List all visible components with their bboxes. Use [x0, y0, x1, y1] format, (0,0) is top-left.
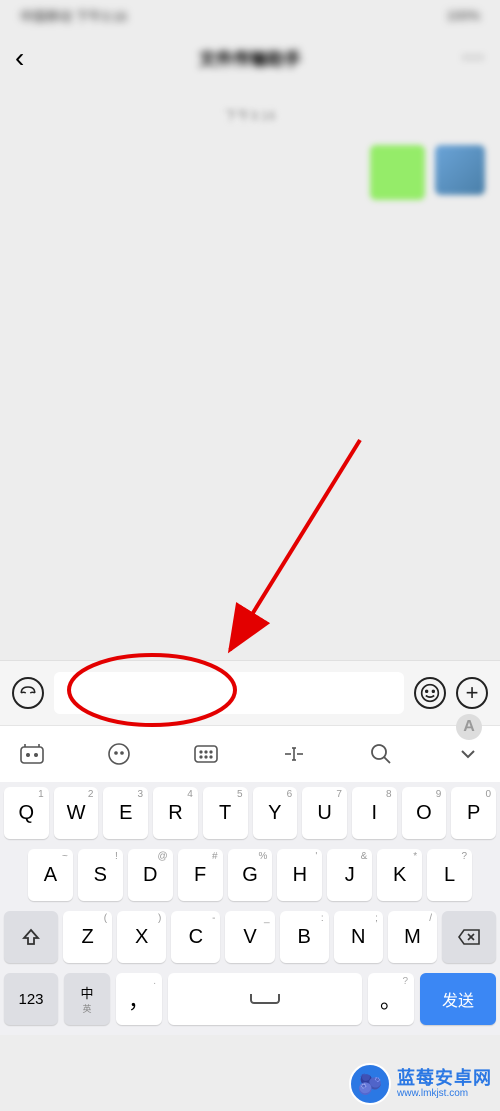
- key-f[interactable]: F#: [178, 849, 223, 901]
- key-s[interactable]: S!: [78, 849, 123, 901]
- key-d[interactable]: D@: [128, 849, 173, 901]
- status-right: 100%: [447, 8, 480, 23]
- chat-message: [370, 145, 485, 200]
- key-t[interactable]: T5: [203, 787, 248, 839]
- lang-main: 中: [80, 983, 93, 1002]
- key-h[interactable]: H': [277, 849, 322, 901]
- watermark-title: 蓝莓安卓网: [397, 1069, 492, 1089]
- key-c[interactable]: C-: [171, 911, 220, 963]
- key-a[interactable]: A~: [28, 849, 73, 901]
- key-y[interactable]: Y6: [253, 787, 298, 839]
- delete-key[interactable]: [442, 911, 496, 963]
- period-key[interactable]: 。 ?: [368, 973, 414, 1025]
- space-icon: [250, 994, 280, 1004]
- key-x[interactable]: X): [117, 911, 166, 963]
- keyboard-switch-icon[interactable]: [192, 740, 220, 768]
- number-mode-key[interactable]: 123: [4, 973, 58, 1025]
- key-v[interactable]: V_: [225, 911, 274, 963]
- key-r[interactable]: R4: [153, 787, 198, 839]
- watermark-logo: 🫐: [349, 1063, 391, 1105]
- key-j[interactable]: J&: [327, 849, 372, 901]
- key-m[interactable]: M/: [388, 911, 437, 963]
- keyboard-row-1: Q1W2E3R4T5Y6U7I8O9P0: [4, 787, 496, 839]
- nav-bar: ‹ 文件传输助手 ···: [0, 30, 500, 85]
- keyboard-collapse-icon[interactable]: [454, 740, 482, 768]
- key-k[interactable]: K*: [377, 849, 422, 901]
- cursor-mode-icon[interactable]: [280, 740, 308, 768]
- key-n[interactable]: N;: [334, 911, 383, 963]
- input-bar: +: [0, 660, 500, 725]
- emoji-button[interactable]: [414, 677, 446, 709]
- send-key[interactable]: 发送: [420, 973, 496, 1025]
- key-b[interactable]: B:: [280, 911, 329, 963]
- shift-key[interactable]: [4, 911, 58, 963]
- voice-input-button[interactable]: [12, 677, 44, 709]
- keyboard-row-3: Z(X)C-V_B:N;M/: [4, 911, 496, 963]
- back-button[interactable]: ‹: [15, 42, 24, 74]
- keyboard-rows: Q1W2E3R4T5Y6U7I8O9P0 A~S!D@F#G%H'J&K*L? …: [0, 782, 500, 1035]
- du-icon[interactable]: [18, 740, 46, 768]
- plus-icon: +: [466, 680, 479, 706]
- keyboard-toolbar: A: [0, 726, 500, 782]
- key-q[interactable]: Q1: [4, 787, 49, 839]
- avatar[interactable]: [435, 145, 485, 195]
- plus-button[interactable]: +: [456, 677, 488, 709]
- status-bar: 中国移动 下午3:16 100%: [0, 0, 500, 30]
- message-input[interactable]: [54, 672, 404, 714]
- key-l[interactable]: L?: [427, 849, 472, 901]
- key-g[interactable]: G%: [228, 849, 273, 901]
- comma-key[interactable]: ， .: [116, 973, 162, 1025]
- chat-date: 下午3:16: [15, 105, 485, 124]
- chat-area[interactable]: 下午3:16: [0, 85, 500, 660]
- message-bubble[interactable]: [370, 145, 425, 200]
- language-key[interactable]: 中 英: [64, 973, 110, 1025]
- watermark: 🫐 蓝莓安卓网 www.lmkjst.com: [349, 1063, 492, 1105]
- key-w[interactable]: W2: [54, 787, 99, 839]
- keyboard-bottom-row: 123 中 英 ， . 。 ? 发送: [4, 973, 496, 1031]
- keyboard-row-2: A~S!D@F#G%H'J&K*L?: [4, 849, 496, 901]
- key-e[interactable]: E3: [103, 787, 148, 839]
- assistant-icon[interactable]: A: [456, 714, 482, 740]
- space-key[interactable]: [168, 973, 362, 1025]
- search-keyboard-icon[interactable]: [367, 740, 395, 768]
- chat-title: 文件传输助手: [199, 45, 301, 70]
- key-i[interactable]: I8: [352, 787, 397, 839]
- emoji-keyboard-icon[interactable]: [105, 740, 133, 768]
- key-z[interactable]: Z(: [63, 911, 112, 963]
- key-p[interactable]: P0: [451, 787, 496, 839]
- key-u[interactable]: U7: [302, 787, 347, 839]
- status-left: 中国移动 下午3:16: [20, 6, 127, 25]
- key-o[interactable]: O9: [402, 787, 447, 839]
- menu-button[interactable]: ···: [462, 46, 485, 69]
- keyboard: A: [0, 725, 500, 1035]
- watermark-url: www.lmkjst.com: [397, 1088, 492, 1099]
- lang-sub: 英: [82, 1002, 91, 1015]
